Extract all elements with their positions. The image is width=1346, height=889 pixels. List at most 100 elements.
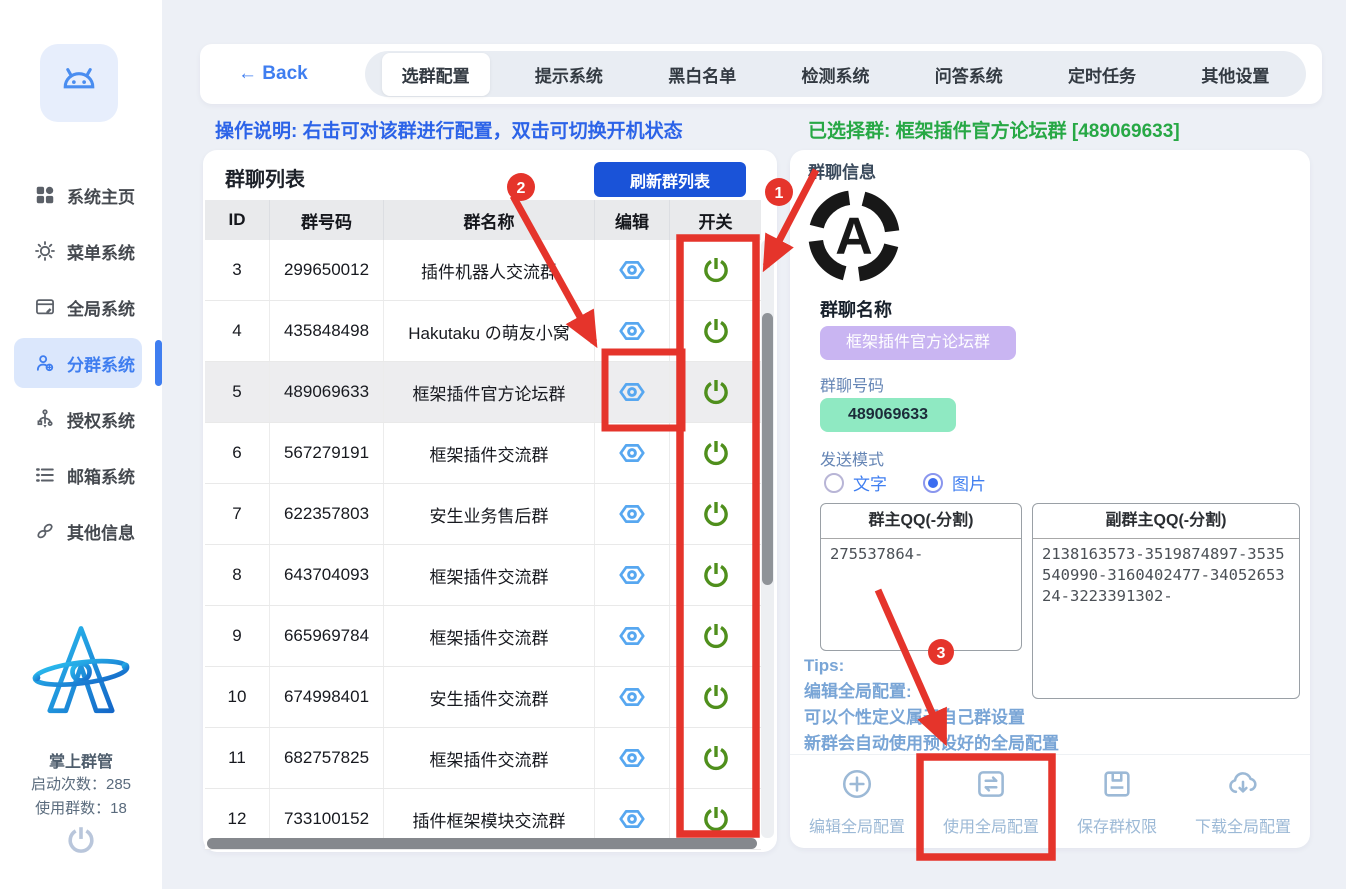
svg-text:A: A: [835, 206, 872, 264]
sidebar-item-home[interactable]: 系统主页: [0, 172, 162, 218]
cell-edit: [595, 545, 670, 605]
cell-group-name: 框架插件交流群: [384, 606, 595, 666]
tips-line: Tips:: [804, 653, 1059, 679]
tips-line: 编辑全局配置:: [804, 679, 1059, 705]
list-icon: [34, 464, 56, 486]
action-button-4[interactable]: 下载全局配置: [1195, 767, 1291, 837]
group-power-toggle[interactable]: [700, 315, 732, 347]
radio-icon: [824, 473, 844, 493]
action-button-3[interactable]: 保存群权限: [1077, 767, 1157, 837]
cell-group-name: 安生业务售后群: [384, 484, 595, 544]
group-power-toggle[interactable]: [700, 681, 732, 713]
action-label: 下载全局配置: [1195, 813, 1291, 837]
vice-owner-qq-header: 副群主QQ(-分割): [1033, 504, 1299, 539]
horizontal-scrollbar-track[interactable]: [207, 838, 761, 849]
group-power-toggle[interactable]: [700, 803, 732, 835]
actions-divider: [790, 754, 1310, 755]
cell-group-number: 674998401: [270, 667, 384, 727]
gear-icon: [34, 240, 56, 262]
link-icon: [34, 520, 56, 542]
plus-circle-icon: [840, 767, 874, 806]
tab-5[interactable]: 问答系统: [915, 53, 1023, 96]
tips-text: Tips:编辑全局配置:可以个性定义属于自己群设置新群会自动使用预设好的全局配置: [804, 653, 1059, 757]
cell-id: 8: [205, 545, 270, 605]
edit-group-button[interactable]: [616, 315, 648, 347]
group-row-489069633[interactable]: 5489069633框架插件官方论坛群: [205, 362, 761, 423]
send-mode-label: 发送模式: [820, 446, 884, 470]
group-power-toggle[interactable]: [700, 559, 732, 591]
selected-group-status: 已选择群: 框架插件官方论坛群 [489069633]: [808, 116, 1180, 143]
sidebar-menu: 系统主页菜单系统全局系统分群系统授权系统邮箱系统其他信息: [0, 172, 162, 564]
group-power-toggle[interactable]: [700, 254, 732, 286]
group-power-toggle[interactable]: [700, 620, 732, 652]
send-mode-option-1[interactable]: 文字: [824, 470, 887, 495]
sidebar-item-auth[interactable]: 授权系统: [0, 396, 162, 442]
sidebar-item-group[interactable]: 分群系统: [0, 340, 162, 386]
stat-group-count: 使用群数：18: [0, 797, 162, 818]
group-power-toggle[interactable]: [700, 742, 732, 774]
edit-group-button[interactable]: [616, 681, 648, 713]
action-button-1[interactable]: 编辑全局配置: [809, 767, 905, 837]
edit-group-button[interactable]: [616, 376, 648, 408]
group-power-toggle[interactable]: [700, 376, 732, 408]
group-avatar: A: [806, 188, 902, 284]
sidebar-item-label: 菜单系统: [67, 239, 135, 264]
power-icon: [65, 843, 97, 860]
tab-7[interactable]: 其他设置: [1181, 53, 1289, 96]
grid-icon: [34, 184, 56, 206]
cell-switch: [670, 423, 761, 483]
group-row-622357803[interactable]: 7622357803安生业务售后群: [205, 484, 761, 545]
edit-group-button[interactable]: [616, 254, 648, 286]
horizontal-scrollbar-thumb[interactable]: [207, 838, 757, 849]
group-power-toggle[interactable]: [700, 437, 732, 469]
cell-group-name: 插件机器人交流群: [384, 240, 595, 300]
back-button[interactable]: ← Back: [238, 63, 308, 85]
group-row-643704093[interactable]: 8643704093框架插件交流群: [205, 545, 761, 606]
vertical-scrollbar-track[interactable]: [761, 240, 774, 838]
owner-qq-box: 群主QQ(-分割) 275537864-: [820, 503, 1022, 651]
tab-4[interactable]: 检测系统: [781, 53, 889, 96]
tab-1[interactable]: 选群配置: [382, 53, 490, 96]
send-mode-option-2[interactable]: 图片: [923, 470, 986, 495]
vice-owner-qq-box: 副群主QQ(-分割) 2138163573-3519874897-3535540…: [1032, 503, 1300, 699]
cell-edit: [595, 362, 670, 422]
group-row-674998401[interactable]: 10674998401安生插件交流群: [205, 667, 761, 728]
edit-group-button[interactable]: [616, 742, 648, 774]
tab-3[interactable]: 黑白名单: [648, 53, 756, 96]
group-row-567279191[interactable]: 6567279191框架插件交流群: [205, 423, 761, 484]
group-number-label: 群聊号码: [820, 372, 884, 396]
refresh-group-list-button[interactable]: 刷新群列表: [594, 162, 746, 197]
group-row-299650012[interactable]: 3299650012插件机器人交流群: [205, 240, 761, 301]
edit-group-button[interactable]: [616, 498, 648, 530]
edit-group-button[interactable]: [616, 803, 648, 835]
sidebar-item-mail[interactable]: 邮箱系统: [0, 452, 162, 498]
tab-6[interactable]: 定时任务: [1048, 53, 1156, 96]
vice-owner-qq-textarea[interactable]: 2138163573-3519874897-3535540990-3160402…: [1033, 539, 1299, 612]
cell-group-number: 567279191: [270, 423, 384, 483]
person-group-icon: [34, 352, 56, 374]
shutdown-button[interactable]: [0, 824, 162, 861]
column-header-2: 群号码: [270, 200, 384, 240]
group-power-toggle[interactable]: [700, 498, 732, 530]
window-edit-icon: [34, 296, 56, 318]
edit-group-button[interactable]: [616, 620, 648, 652]
group-row-682757825[interactable]: 11682757825框架插件交流群: [205, 728, 761, 789]
sidebar-item-label: 系统主页: [67, 183, 135, 208]
cell-group-name: 框架插件官方论坛群: [384, 362, 595, 422]
sidebar-item-global[interactable]: 全局系统: [0, 284, 162, 330]
edit-group-button[interactable]: [616, 559, 648, 591]
cell-edit: [595, 667, 670, 727]
vertical-scrollbar-thumb[interactable]: [762, 313, 773, 585]
edit-group-button[interactable]: [616, 437, 648, 469]
owner-qq-textarea[interactable]: 275537864-: [821, 539, 1021, 570]
group-row-435848498[interactable]: 4435848498Hakutaku の萌友小窝: [205, 301, 761, 362]
column-header-4: 编辑: [595, 200, 670, 240]
cell-switch: [670, 545, 761, 605]
cell-group-number: 299650012: [270, 240, 384, 300]
tab-2[interactable]: 提示系统: [515, 53, 623, 96]
sidebar-item-other[interactable]: 其他信息: [0, 508, 162, 554]
group-row-665969784[interactable]: 9665969784框架插件交流群: [205, 606, 761, 667]
brand-title: 掌上群管: [0, 748, 162, 772]
action-button-2[interactable]: 使用全局配置: [943, 767, 1039, 837]
sidebar-item-menu[interactable]: 菜单系统: [0, 228, 162, 274]
